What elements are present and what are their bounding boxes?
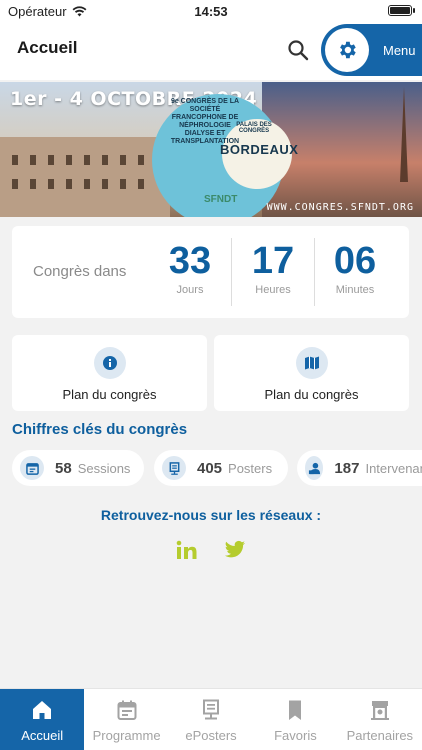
stat-speakers[interactable]: 187 Intervenants (297, 450, 422, 486)
speaker-icon (305, 456, 324, 480)
tab-label: ePosters (185, 728, 237, 743)
stat-value: 187 (334, 459, 360, 477)
hours-value: 17 (251, 240, 295, 282)
countdown-divider (231, 238, 232, 306)
stat-label: Posters (228, 460, 273, 476)
tab-programme[interactable]: Programme (84, 689, 168, 750)
congress-banner[interactable]: 1er - 4 OCTOBRE 2024 9e CONGRÈS DE LA SO… (0, 82, 422, 217)
stat-posters[interactable]: 405 Posters (154, 450, 288, 486)
map-icon (295, 347, 328, 379)
twitter-icon[interactable] (224, 540, 246, 560)
stat-label: Sessions (77, 460, 131, 476)
partners-icon (370, 701, 389, 720)
minutes-unit: Minutes (335, 284, 375, 296)
tab-bar: Accueil Programme ePosters Favoris Parte… (0, 688, 422, 750)
bookmark-icon (289, 700, 302, 720)
countdown-card: Congrès dans 33 Jours 17 Heures 06 Minut… (12, 226, 409, 318)
tab-label: Programme (92, 728, 161, 743)
banner-building (0, 137, 170, 217)
status-bar: Opérateur 14:53 (0, 0, 422, 22)
calendar-icon (20, 456, 44, 480)
page-title: Accueil (17, 38, 78, 57)
battery-icon (388, 5, 415, 16)
banner-venue: PALAIS DES CONGRÈS (236, 122, 272, 134)
countdown-days: 33 Jours (150, 240, 230, 296)
card-label: Plan du congrès (264, 387, 359, 402)
card-label: Plan du congrès (62, 387, 157, 402)
search-icon[interactable] (286, 38, 310, 62)
days-unit: Jours (176, 284, 204, 296)
info-icon (93, 347, 126, 379)
stat-value: 58 (55, 459, 72, 477)
minutes-value: 06 (333, 240, 377, 282)
tab-label: Accueil (21, 728, 64, 743)
social-title: Retrouvez-nous sur les réseaux : (100, 507, 322, 523)
countdown-lead: Congrès dans (33, 263, 127, 280)
poster-icon (162, 456, 186, 480)
banner-url: WWW.CONGRES.SFNDT.ORG (266, 202, 414, 213)
home-icon (33, 701, 52, 719)
tab-favoris[interactable]: Favoris (253, 689, 337, 750)
eposter-icon (203, 699, 220, 720)
countdown-minutes: 06 Minutes (315, 240, 395, 296)
calendar-icon (117, 700, 137, 720)
days-value: 33 (168, 240, 212, 282)
hours-unit: Heures (255, 284, 291, 296)
stat-value: 405 (197, 459, 223, 477)
banner-city: BORDEAUX (220, 142, 299, 157)
clock: 14:53 (194, 4, 228, 19)
countdown-hours: 17 Heures (233, 240, 313, 296)
tab-label: Partenaires (346, 728, 414, 743)
menu-button[interactable]: Menu (321, 24, 422, 76)
congress-plan-card-info[interactable]: Plan du congrès (12, 335, 207, 411)
tab-eposters[interactable]: ePosters (169, 689, 253, 750)
menu-label: Menu (383, 42, 416, 58)
sfndt-logo: SFNDT (204, 194, 238, 205)
tab-partenaires[interactable]: Partenaires (338, 689, 422, 750)
app-header: Accueil Menu (0, 22, 422, 80)
stat-label: Intervenants (365, 460, 422, 476)
linkedin-icon[interactable] (176, 540, 198, 560)
stat-sessions[interactable]: 58 Sessions (12, 450, 144, 486)
tab-label: Favoris (274, 728, 317, 743)
gear-icon (325, 28, 369, 72)
tab-accueil[interactable]: Accueil (0, 689, 85, 750)
key-figures-title: Chiffres clés du congrès (12, 421, 188, 438)
congress-plan-card-map[interactable]: Plan du congrès (214, 335, 409, 411)
